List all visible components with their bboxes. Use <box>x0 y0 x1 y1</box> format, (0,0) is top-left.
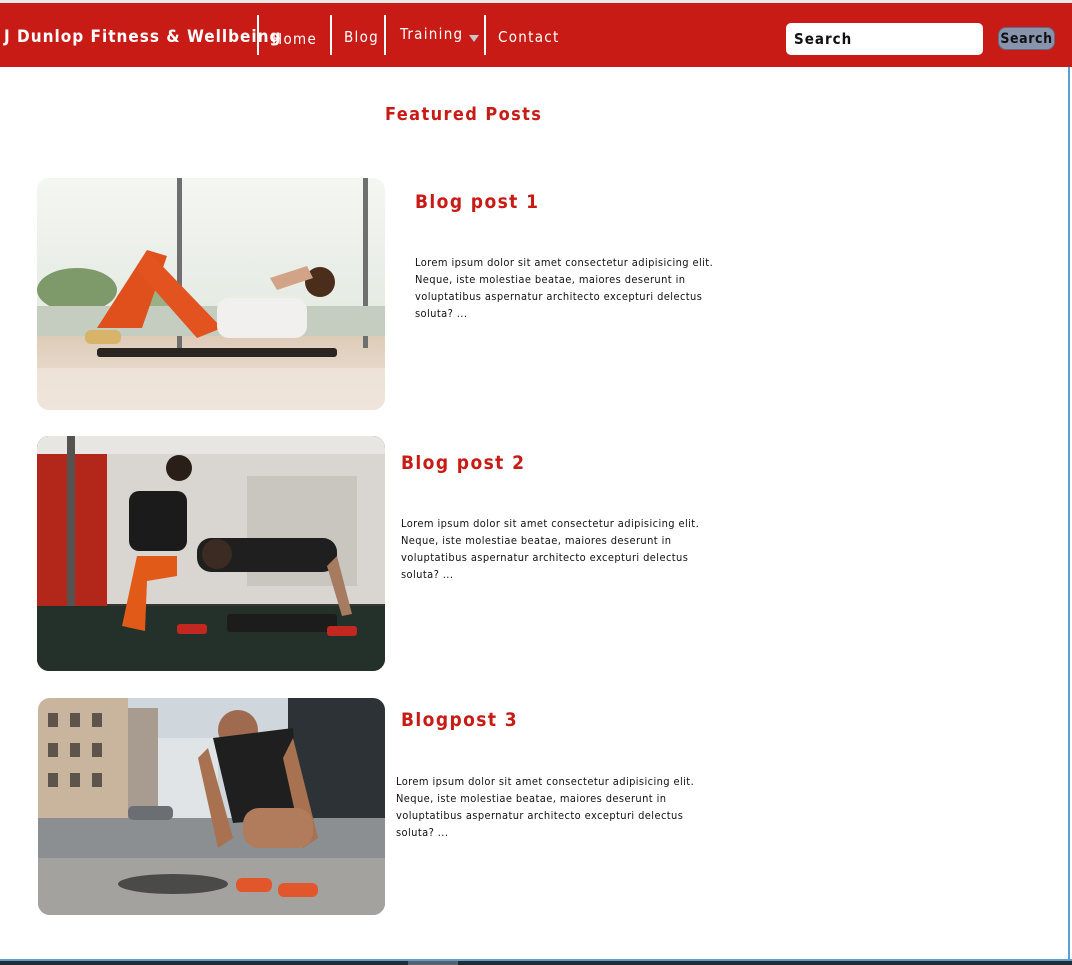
post-excerpt-2: Lorem ipsum dolor sit amet consectetur a… <box>401 517 700 581</box>
window-bottom-bar <box>0 959 1072 965</box>
post-image-3[interactable] <box>38 698 385 915</box>
nav-divider <box>330 15 332 55</box>
post-image-1[interactable] <box>37 178 385 410</box>
nav-divider <box>257 15 259 55</box>
nav-dropdown-training[interactable]: Training <box>400 25 480 43</box>
navbar: J Dunlop Fitness & Wellbeing Home Blog T… <box>0 3 1072 67</box>
post-image-2[interactable] <box>37 436 385 671</box>
post-title-2[interactable]: Blog post 2 <box>401 452 525 474</box>
nav-link-blog[interactable]: Blog <box>344 28 379 46</box>
post-excerpt-3: Lorem ipsum dolor sit amet consectetur a… <box>396 775 695 839</box>
nav-link-training-label: Training <box>400 25 464 43</box>
search-input[interactable] <box>786 23 983 55</box>
section-title: Featured Posts <box>385 104 543 125</box>
post-title-1[interactable]: Blog post 1 <box>415 191 539 213</box>
nav-link-home[interactable]: Home <box>272 30 317 48</box>
post-excerpt-1: Lorem ipsum dolor sit amet consectetur a… <box>415 256 714 320</box>
nav-link-contact[interactable]: Contact <box>498 28 560 46</box>
scrollbar-thumb[interactable] <box>408 961 458 965</box>
site-brand[interactable]: J Dunlop Fitness & Wellbeing <box>4 27 282 47</box>
nav-divider <box>484 15 486 55</box>
post-title-3[interactable]: Blogpost 3 <box>401 709 518 731</box>
nav-divider <box>384 15 386 55</box>
chevron-down-icon <box>469 35 480 42</box>
search-button[interactable]: Search <box>998 27 1055 50</box>
